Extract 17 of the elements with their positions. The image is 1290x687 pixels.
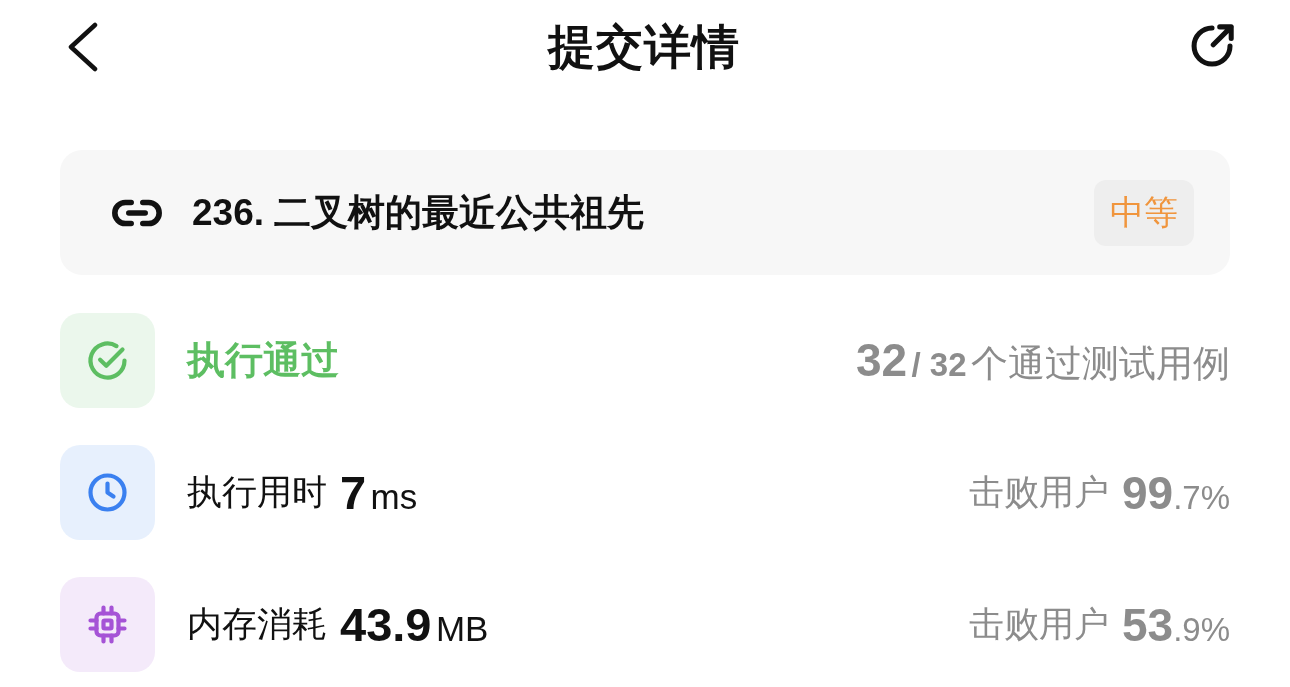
- chevron-left-icon: [66, 22, 98, 72]
- stat-value: 7 ms: [340, 465, 418, 520]
- link-icon: [112, 198, 162, 227]
- difficulty-badge: 中等: [1094, 179, 1194, 246]
- beats-label: 击败用户: [968, 471, 1109, 513]
- stat-label: 执行通过: [187, 338, 339, 383]
- back-button[interactable]: [66, 22, 98, 72]
- test-case-count: 32/ 32个通过测试用例: [855, 332, 1230, 388]
- problem-card[interactable]: 236. 二叉树的最近公共祖先 中等: [60, 150, 1230, 275]
- stat-label: 内存消耗: [187, 603, 327, 645]
- stat-label: 执行用时: [187, 471, 327, 513]
- beats-percent: 99.7%: [1121, 465, 1230, 520]
- stat-value: 43.9 MB: [340, 597, 489, 652]
- problem-title: 236. 二叉树的最近公共祖先: [192, 190, 645, 235]
- beats-percent: 53.9%: [1121, 597, 1230, 652]
- beats-label: 击败用户: [968, 603, 1109, 645]
- page-title: 提交详情: [548, 18, 740, 75]
